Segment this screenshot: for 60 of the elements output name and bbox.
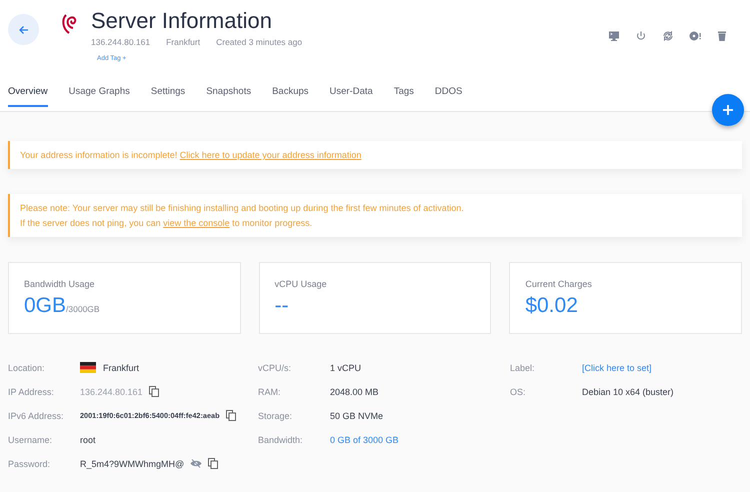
tab[interactable]: Backups xyxy=(272,82,309,107)
alert-message: Please note: Your server may still be finishing installing and booting up during the first few minutes of activation. xyxy=(20,203,465,213)
server-meta: Created 3 minutes ago xyxy=(216,37,302,47)
detail-value: 1 vCPU xyxy=(330,362,362,372)
detail-value: Debian 10 x64 (buster) xyxy=(582,386,674,396)
detail-label: OS: xyxy=(510,386,527,396)
tab[interactable]: User-Data xyxy=(330,82,373,107)
crossed-eye-icon xyxy=(190,459,202,468)
disc-alert-icon[interactable] xyxy=(689,30,701,42)
tab[interactable]: Overview xyxy=(8,82,48,107)
copy-icon xyxy=(148,386,159,397)
detail-label: Location: xyxy=(8,362,46,372)
page-title: Server Information xyxy=(91,8,273,34)
detail-link[interactable]: [Click here to set] xyxy=(582,362,652,372)
hidden-eye-button[interactable] xyxy=(190,459,202,468)
detail-label: Storage: xyxy=(258,410,294,420)
alert-message: Your address information is incomplete! Click here to update your address information xyxy=(20,150,362,160)
detail-value: R_5m4?9WMWhmgMH@ xyxy=(80,458,184,468)
plus-icon xyxy=(722,104,734,116)
copy-icon xyxy=(208,458,218,469)
detail-value: 136.244.80.161 xyxy=(80,386,143,396)
power-icon[interactable] xyxy=(635,30,647,42)
detail-label: Label: xyxy=(510,362,536,372)
detail-value: 50 GB NVMe xyxy=(330,410,384,420)
tab[interactable]: Settings xyxy=(150,82,186,107)
detail-label: Password: xyxy=(8,458,52,468)
stat-value: 0GB xyxy=(24,294,66,318)
detail-label: IP Address: xyxy=(8,386,55,396)
copy-button[interactable] xyxy=(148,386,159,397)
server-meta: Frankfurt xyxy=(166,37,200,47)
detail-value: 2048.00 MB xyxy=(330,386,379,396)
copy-button[interactable] xyxy=(208,458,218,469)
add-button[interactable] xyxy=(712,94,744,126)
tab[interactable]: Usage Graphs xyxy=(68,82,130,107)
stat-label: vCPU Usage xyxy=(274,279,328,289)
stat-unit: /3000GB xyxy=(66,304,100,314)
stat-label: Bandwidth Usage xyxy=(24,279,96,289)
tab[interactable]: Snapshots xyxy=(206,82,252,107)
detail-label: RAM: xyxy=(258,386,282,396)
flag-icon xyxy=(80,362,96,373)
copy-icon xyxy=(226,410,236,421)
detail-link[interactable]: 0 GB of 3000 GB xyxy=(330,434,399,444)
detail-value: Frankfurt xyxy=(103,362,140,372)
tab[interactable]: DDOS xyxy=(434,82,462,107)
console-monitor-icon[interactable] xyxy=(608,30,620,42)
stat-label: Current Charges xyxy=(525,279,593,289)
stat-value: $0.02 xyxy=(525,294,578,318)
alert-message: If the server does not ping, you can view the console to monitor progress. xyxy=(20,218,314,228)
detail-label: Username: xyxy=(8,434,54,444)
detail-label: vCPU/s: xyxy=(258,362,292,372)
trash-icon[interactable] xyxy=(716,30,728,42)
server-meta: 136.244.80.161 xyxy=(91,37,150,47)
stat-value: -- xyxy=(274,294,289,318)
detail-label: IPv6 Address: xyxy=(8,410,65,420)
refresh-icon[interactable] xyxy=(662,30,674,42)
detail-value: root xyxy=(80,434,96,444)
tab[interactable]: Tags xyxy=(394,82,414,107)
arrow-left-icon xyxy=(18,24,30,36)
copy-button[interactable] xyxy=(226,410,236,421)
detail-label: Bandwidth: xyxy=(258,434,304,444)
